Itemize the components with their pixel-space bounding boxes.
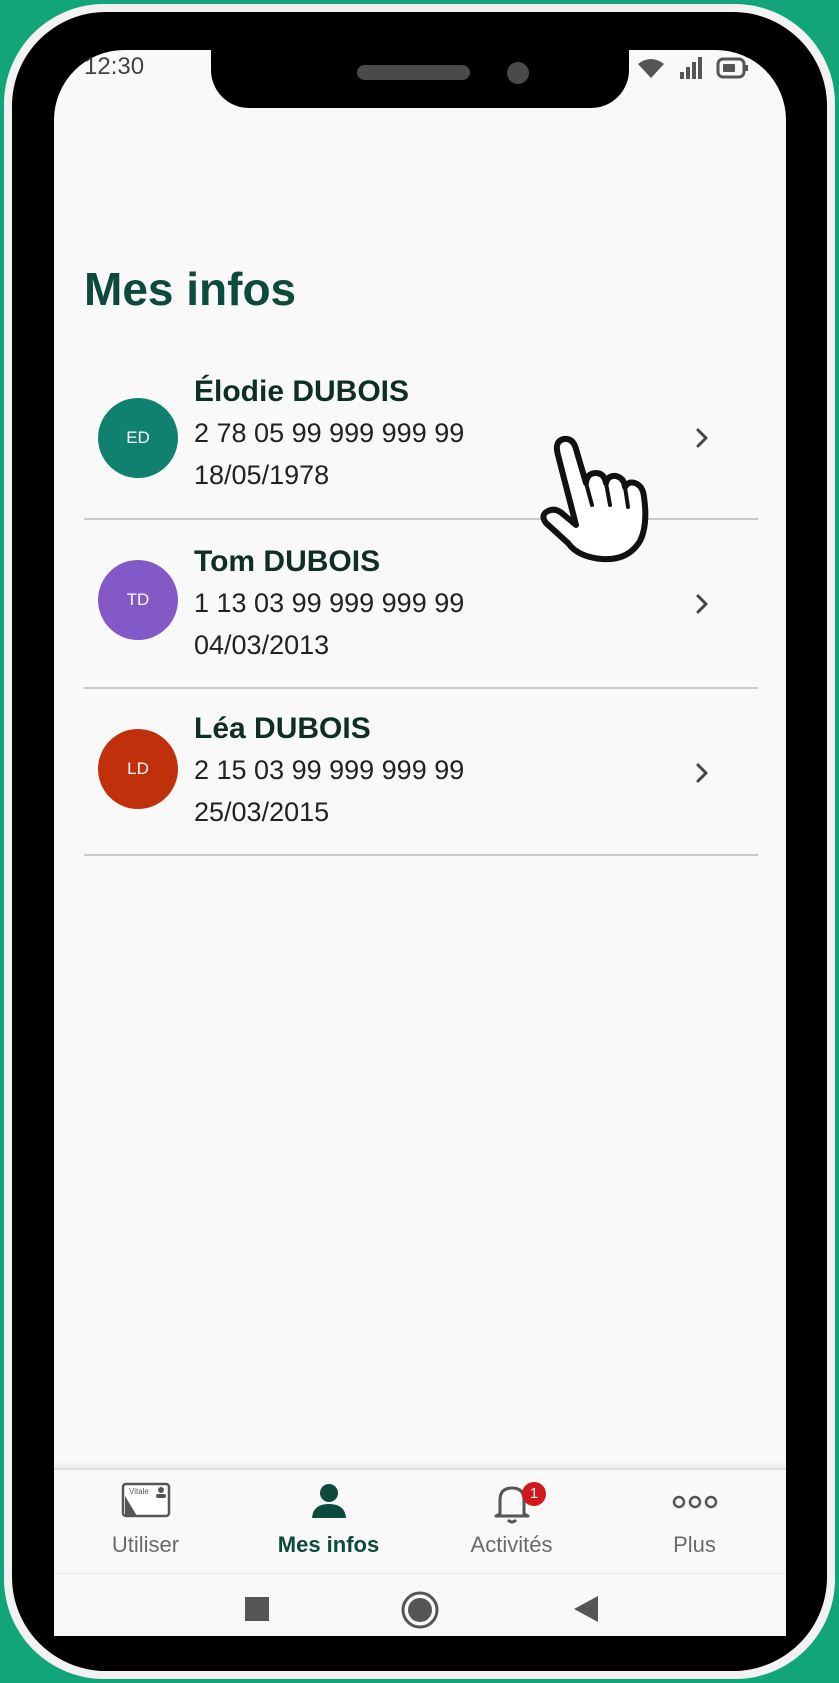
- android-nav-bar: [54, 1574, 786, 1636]
- wifi-icon: [638, 59, 664, 78]
- page-title: Mes infos: [84, 263, 297, 315]
- back-button[interactable]: [572, 1594, 600, 1624]
- recent-apps-button[interactable]: [244, 1596, 270, 1622]
- battery-icon: [716, 57, 748, 79]
- hand-pointer-icon: [540, 435, 649, 563]
- profile-texts: Léa DUBOIS 2 15 03 99 999 999 99 25/03/2…: [194, 709, 464, 833]
- notification-badge: 1: [522, 1482, 546, 1506]
- status-icons: [636, 56, 750, 80]
- profile-number: 2 15 03 99 999 999 99: [194, 755, 465, 785]
- tab-plus[interactable]: Plus: [603, 1470, 786, 1575]
- speaker: [357, 65, 470, 80]
- tab-label: Activités: [470, 1532, 553, 1557]
- profile-name: Léa DUBOIS: [194, 712, 371, 745]
- status-time: 12:30: [84, 53, 145, 80]
- chevron-right-icon: [696, 428, 708, 448]
- signal-icon: [680, 57, 702, 79]
- vitale-card-icon: Vitale: [121, 1482, 170, 1518]
- tab-activites[interactable]: 1 Activités: [420, 1470, 603, 1575]
- tab-utiliser[interactable]: Vitale Utiliser: [54, 1470, 237, 1575]
- chevron-right-icon: [696, 763, 708, 783]
- profile-number: 1 13 03 99 999 999 99: [194, 588, 465, 618]
- bottom-tab-bar: Vitale Utiliser Mes infos 1 Activités Pl…: [54, 1468, 786, 1575]
- home-button[interactable]: [400, 1590, 440, 1630]
- profile-name: Tom DUBOIS: [194, 545, 381, 578]
- person-icon: [311, 1484, 346, 1518]
- tab-label: Mes infos: [277, 1532, 380, 1557]
- profile-texts: Élodie DUBOIS 2 78 05 99 999 999 99 18/0…: [194, 372, 464, 496]
- tab-label: Plus: [673, 1532, 716, 1557]
- more-dots-icon: [672, 1495, 717, 1509]
- profile-row-lea[interactable]: LD Léa DUBOIS 2 15 03 99 999 999 99 25/0…: [84, 689, 758, 856]
- tab-mes-infos[interactable]: Mes infos: [237, 1470, 420, 1575]
- profile-texts: Tom DUBOIS 1 13 03 99 999 999 99 04/03/2…: [194, 542, 464, 666]
- profile-list: ED Élodie DUBOIS 2 78 05 99 999 999 99 1…: [84, 356, 758, 856]
- profile-name: Élodie DUBOIS: [194, 375, 410, 408]
- avatar: LD: [98, 729, 178, 809]
- front-camera: [507, 62, 529, 84]
- profile-birthdate: 18/05/1978: [194, 460, 330, 490]
- profile-number: 2 78 05 99 999 999 99: [194, 418, 465, 448]
- profile-birthdate: 25/03/2015: [194, 797, 330, 827]
- profile-birthdate: 04/03/2013: [194, 630, 330, 660]
- vitale-card-text: Vitale: [129, 1487, 149, 1496]
- chevron-right-icon: [696, 594, 708, 614]
- avatar: ED: [98, 398, 178, 478]
- avatar: TD: [98, 560, 178, 640]
- tab-label: Utiliser: [111, 1532, 180, 1557]
